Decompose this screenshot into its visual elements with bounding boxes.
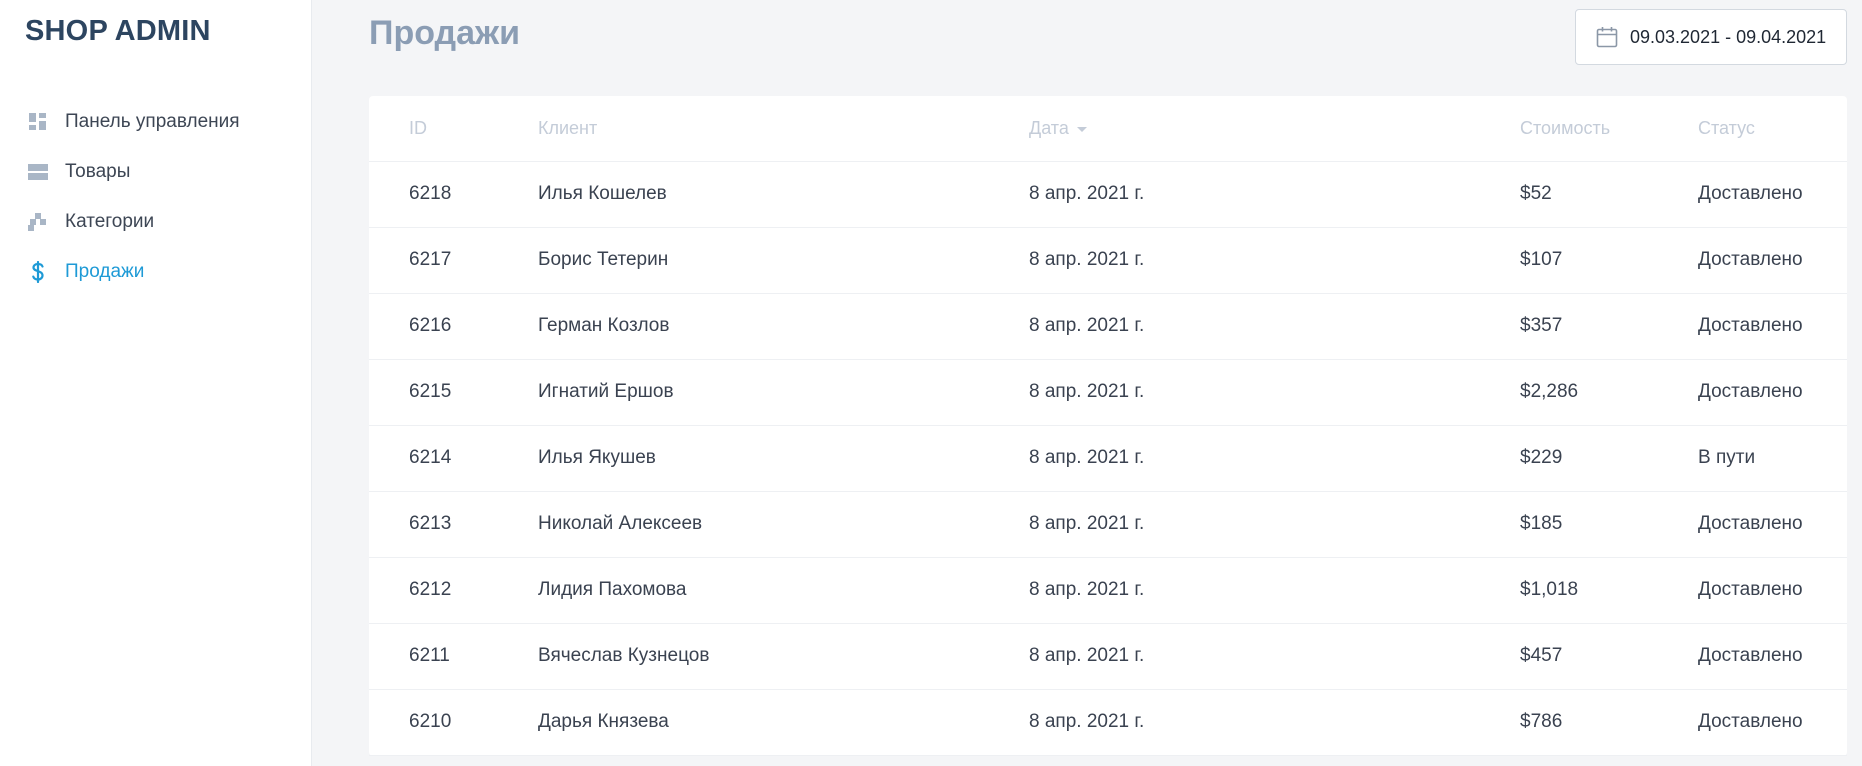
cell-cost: $107: [1520, 227, 1698, 294]
cell-client: Вячеслав Кузнецов: [538, 623, 1029, 690]
cell-client: Лидия Пахомова: [538, 557, 1029, 624]
cell-status: В пути: [1698, 425, 1847, 492]
main-content: Продажи 09.03.2021 - 09.04.2021 ID Клиен…: [312, 0, 1862, 766]
sidebar-item-sales[interactable]: Продажи: [0, 247, 311, 297]
cell-date: 8 апр. 2021 г.: [1029, 161, 1520, 228]
cell-date: 8 апр. 2021 г.: [1029, 227, 1520, 294]
date-range-picker[interactable]: 09.03.2021 - 09.04.2021: [1575, 9, 1847, 65]
dashboard-icon: [28, 112, 48, 132]
cell-cost: $2,286: [1520, 359, 1698, 426]
column-header-cost[interactable]: Стоимость: [1520, 96, 1698, 162]
page-title: Продажи: [369, 14, 521, 52]
app: SHOP ADMIN Панель управления Товары Кате…: [0, 0, 1862, 766]
column-header-date[interactable]: Дата: [1029, 96, 1520, 162]
cell-status: Доставлено: [1698, 161, 1847, 228]
cell-status: Доставлено: [1698, 689, 1847, 756]
table-header-row: ID Клиент Дата Стоимость Статус: [369, 96, 1847, 162]
cell-client: Николай Алексеев: [538, 491, 1029, 558]
dollar-icon: [28, 261, 48, 283]
column-header-status[interactable]: Статус: [1698, 96, 1847, 162]
column-header-date-label: Дата: [1029, 117, 1069, 138]
date-range-value: 09.03.2021 - 09.04.2021: [1630, 26, 1827, 47]
cell-id: 6214: [369, 425, 538, 492]
cell-status: Доставлено: [1698, 623, 1847, 690]
cell-client: Герман Козлов: [538, 293, 1029, 360]
table-row[interactable]: 6212 Лидия Пахомова 8 апр. 2021 г. $1,018 До…: [369, 557, 1847, 624]
categories-icon: [28, 212, 48, 232]
cell-date: 8 апр. 2021 г.: [1029, 425, 1520, 492]
cell-client: Илья Якушев: [538, 425, 1029, 492]
table-row[interactable]: 6213 Николай Алексеев 8 апр. 2021 г. $185 До…: [369, 491, 1847, 558]
sidebar-item-label: Продажи: [65, 261, 145, 282]
sidebar-nav: Панель управления Товары Категории Прода…: [0, 97, 311, 297]
table-row[interactable]: 6215 Игнатий Ершов 8 апр. 2021 г. $2,286 Дос…: [369, 359, 1847, 426]
table-row[interactable]: 6211 Вячеслав Кузнецов 8 апр. 2021 г. $457 Д…: [369, 623, 1847, 690]
cell-cost: $786: [1520, 689, 1698, 756]
sales-table-card: ID Клиент Дата Стоимость Статус 6218 Илья…: [369, 96, 1847, 756]
cell-id: 6216: [369, 293, 538, 360]
cell-client: Дарья Князева: [538, 689, 1029, 756]
cell-cost: $52: [1520, 161, 1698, 228]
cell-status: Доставлено: [1698, 557, 1847, 624]
cell-id: 6210: [369, 689, 538, 756]
cell-id: 6215: [369, 359, 538, 426]
sidebar-item-dashboard[interactable]: Панель управления: [0, 97, 311, 147]
cell-id: 6211: [369, 623, 538, 690]
calendar-icon: [1596, 26, 1618, 48]
sidebar: SHOP ADMIN Панель управления Товары Кате…: [0, 0, 312, 766]
table-row[interactable]: 6214 Илья Якушев 8 апр. 2021 г. $229 В пути: [369, 425, 1847, 492]
table-row[interactable]: 6218 Илья Кошелев 8 апр. 2021 г. $52 Доставл…: [369, 161, 1847, 228]
sidebar-item-products[interactable]: Товары: [0, 147, 311, 197]
sales-table: ID Клиент Дата Стоимость Статус 6218 Илья…: [369, 96, 1847, 756]
cell-cost: $185: [1520, 491, 1698, 558]
cell-date: 8 апр. 2021 г.: [1029, 557, 1520, 624]
table-body: 6218 Илья Кошелев 8 апр. 2021 г. $52 Доставл…: [369, 161, 1847, 756]
cell-status: Доставлено: [1698, 293, 1847, 360]
cell-date: 8 апр. 2021 г.: [1029, 359, 1520, 426]
products-icon: [28, 162, 48, 182]
sidebar-item-label: Товары: [65, 161, 131, 182]
column-header-client[interactable]: Клиент: [538, 96, 1029, 162]
cell-cost: $357: [1520, 293, 1698, 360]
brand-logo[interactable]: SHOP ADMIN: [0, 12, 311, 50]
table-row[interactable]: 6217 Борис Тетерин 8 апр. 2021 г. $107 Доста…: [369, 227, 1847, 294]
cell-id: 6212: [369, 557, 538, 624]
column-header-id[interactable]: ID: [369, 96, 538, 162]
page-header: Продажи 09.03.2021 - 09.04.2021: [357, 0, 1847, 96]
table-row[interactable]: 6216 Герман Козлов 8 апр. 2021 г. $357 Доста…: [369, 293, 1847, 360]
sort-desc-icon: [1076, 126, 1087, 132]
cell-client: Игнатий Ершов: [538, 359, 1029, 426]
cell-cost: $229: [1520, 425, 1698, 492]
cell-status: Доставлено: [1698, 491, 1847, 558]
cell-date: 8 апр. 2021 г.: [1029, 689, 1520, 756]
cell-date: 8 апр. 2021 г.: [1029, 491, 1520, 558]
table-row[interactable]: 6210 Дарья Князева 8 апр. 2021 г. $786 Доста…: [369, 689, 1847, 756]
cell-cost: $1,018: [1520, 557, 1698, 624]
sidebar-item-categories[interactable]: Категории: [0, 197, 311, 247]
cell-client: Борис Тетерин: [538, 227, 1029, 294]
cell-status: Доставлено: [1698, 227, 1847, 294]
cell-id: 6213: [369, 491, 538, 558]
cell-id: 6218: [369, 161, 538, 228]
cell-date: 8 апр. 2021 г.: [1029, 623, 1520, 690]
sidebar-item-label: Панель управления: [65, 111, 240, 132]
cell-status: Доставлено: [1698, 359, 1847, 426]
cell-client: Илья Кошелев: [538, 161, 1029, 228]
cell-id: 6217: [369, 227, 538, 294]
cell-date: 8 апр. 2021 г.: [1029, 293, 1520, 360]
cell-cost: $457: [1520, 623, 1698, 690]
sidebar-item-label: Категории: [65, 211, 155, 232]
